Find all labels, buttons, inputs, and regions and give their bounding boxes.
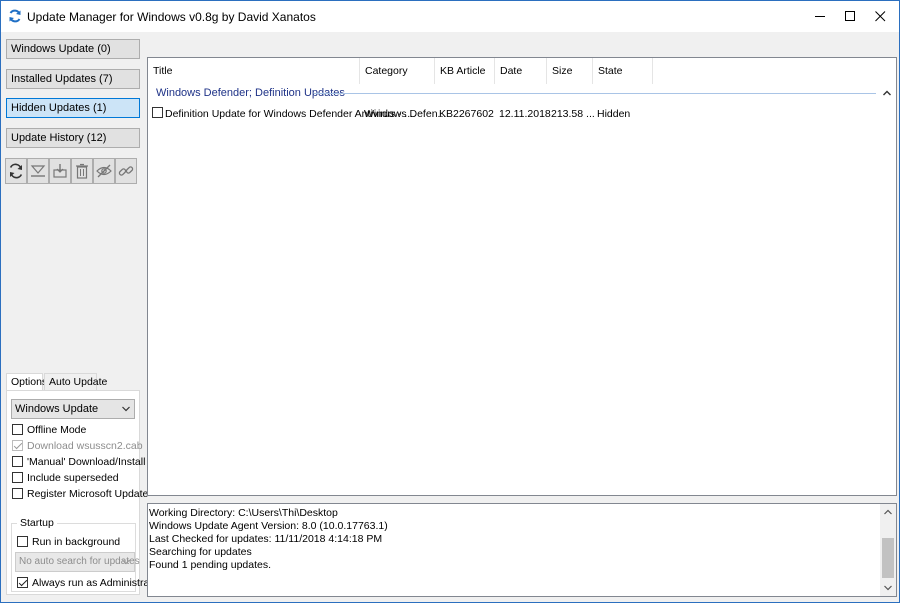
startup-groupbox: Startup Run in background No auto search…	[11, 517, 162, 592]
register-ms-update-label: Register Microsoft Update	[27, 487, 149, 500]
column-header-state[interactable]: State	[593, 58, 653, 84]
options-panel: Windows Update Offline Mode Download wsu…	[6, 390, 162, 595]
log-line: Last Checked for updates: 11/11/2018 4:1…	[149, 533, 383, 545]
collapse-chevron-up-icon[interactable]	[882, 88, 892, 98]
link-icon	[118, 166, 134, 176]
include-superseded-checkbox[interactable]: Include superseded	[12, 471, 119, 484]
checkbox-box	[17, 577, 28, 588]
auto-search-select[interactable]: No auto search for updates	[15, 552, 140, 572]
window-title: Update Manager for Windows v0.8g by Davi…	[27, 10, 316, 24]
app-refresh-icon	[9, 9, 21, 23]
log-output[interactable]: Working Directory: C:\Users\Thi\Desktop …	[147, 503, 897, 597]
update-source-value: Windows Update	[15, 403, 99, 415]
cell-date: 12.11.2018	[499, 108, 551, 120]
group-divider	[314, 93, 876, 94]
cell-size: 213.58 ...	[551, 108, 595, 120]
log-line: Windows Update Agent Version: 8.0 (10.0.…	[149, 520, 388, 532]
offline-mode-checkbox[interactable]: Offline Mode	[12, 423, 86, 436]
action-toolbar	[5, 158, 137, 184]
column-header-kb[interactable]: KB Article	[435, 58, 495, 84]
nav-hidden-updates-button[interactable]: Hidden Updates (1)	[6, 98, 140, 118]
cell-category: Windows Defen...	[364, 108, 447, 120]
tab-auto-update[interactable]: Auto Update	[44, 373, 107, 391]
nav-installed-updates-button[interactable]: Installed Updates (7)	[6, 69, 140, 89]
chevron-down-icon	[884, 585, 892, 591]
update-source-select[interactable]: Windows Update	[11, 399, 135, 419]
scroll-thumb[interactable]	[882, 538, 894, 578]
hide-button[interactable]	[93, 158, 115, 184]
run-in-background-checkbox[interactable]: Run in background	[17, 535, 120, 548]
chevron-up-icon	[884, 509, 892, 515]
register-ms-update-checkbox[interactable]: Register Microsoft Update	[12, 487, 148, 500]
link-button[interactable]	[115, 158, 137, 184]
always-admin-label: Always run as Administrator	[32, 576, 162, 589]
run-in-background-label: Run in background	[32, 535, 121, 548]
updates-list[interactable]: Title Category KB Article Date Size Stat…	[147, 57, 897, 496]
manual-download-checkbox[interactable]: 'Manual' Download/Install	[12, 455, 145, 468]
log-line: Working Directory: C:\Users\Thi\Desktop	[149, 507, 338, 519]
column-header-title[interactable]: Title	[148, 58, 360, 84]
checkbox-box	[12, 456, 23, 467]
column-header-category[interactable]: Category	[360, 58, 435, 84]
chevron-down-icon	[122, 559, 130, 565]
title-bar[interactable]: Update Manager for Windows v0.8g by Davi…	[1, 1, 899, 32]
nav-update-history-button[interactable]: Update History (12)	[6, 128, 140, 148]
offline-mode-label: Offline Mode	[27, 423, 87, 436]
scroll-down-button[interactable]	[880, 580, 896, 596]
log-line: Found 1 pending updates.	[149, 559, 272, 571]
checkbox-box	[12, 424, 23, 435]
row-checkbox[interactable]	[152, 107, 163, 118]
close-icon	[874, 11, 885, 22]
checkbox-box	[12, 440, 23, 451]
download-icon	[30, 165, 46, 177]
delete-button[interactable]	[71, 158, 93, 184]
trash-icon	[76, 163, 88, 179]
nav-windows-update-button[interactable]: Windows Update (0)	[6, 39, 140, 59]
minimize-button[interactable]	[805, 1, 835, 32]
checkbox-box	[12, 488, 23, 499]
always-admin-checkbox[interactable]: Always run as Administrator	[17, 576, 162, 589]
scroll-up-button[interactable]	[880, 504, 896, 520]
app-window: Update Manager for Windows v0.8g by Davi…	[0, 0, 900, 603]
column-header-size[interactable]: Size	[547, 58, 593, 84]
minimize-icon	[814, 16, 825, 17]
cell-kb: KB2267602	[439, 108, 494, 120]
refresh-icon	[9, 163, 23, 179]
refresh-button[interactable]	[5, 158, 27, 184]
download-wsusscn2-checkbox[interactable]: Download wsusscn2.cab	[12, 439, 143, 452]
install-button[interactable]	[49, 158, 71, 184]
download-wsusscn2-label: Download wsusscn2.cab	[27, 439, 143, 452]
download-button[interactable]	[27, 158, 49, 184]
install-icon	[53, 164, 67, 178]
maximize-icon	[844, 11, 855, 21]
log-line: Searching for updates	[149, 546, 252, 558]
close-button[interactable]	[865, 1, 895, 32]
column-header-date[interactable]: Date	[495, 58, 547, 84]
hide-eye-icon	[96, 164, 112, 178]
include-superseded-label: Include superseded	[27, 471, 119, 484]
manual-download-label: 'Manual' Download/Install	[27, 455, 146, 468]
cell-state: Hidden	[597, 108, 631, 120]
maximize-button[interactable]	[835, 1, 865, 32]
checkbox-box	[17, 536, 28, 547]
startup-group-title: Startup	[17, 517, 57, 529]
chevron-down-icon	[122, 406, 130, 412]
checkbox-box	[12, 472, 23, 483]
log-scrollbar[interactable]	[880, 504, 896, 596]
